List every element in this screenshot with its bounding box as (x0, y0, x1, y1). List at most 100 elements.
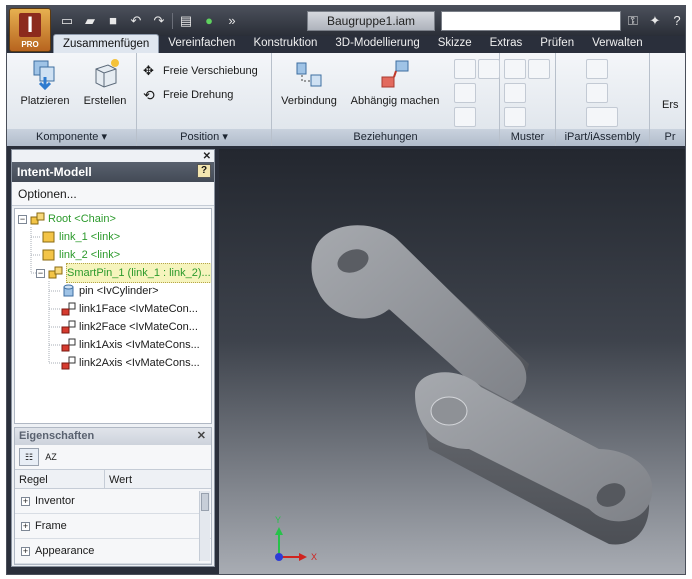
tree-node-pin[interactable]: pin <IvCylinder> (61, 282, 159, 300)
new-file-icon[interactable]: ▭ (57, 11, 77, 31)
expand-icon[interactable]: + (21, 521, 30, 531)
tree-node-link2face[interactable]: link2Face <IvMateCon... (61, 318, 198, 336)
panel-position: ✥ Freie Verschiebung ⟲ Freie Drehung Pos… (137, 53, 272, 146)
tree-node-link1face[interactable]: link1Face <IvMateCon... (61, 300, 198, 318)
property-row-inventor[interactable]: + Inventor (15, 489, 211, 514)
help-icon[interactable]: ? (668, 11, 685, 31)
tab-verwalten[interactable]: Verwalten (583, 34, 652, 53)
property-row-label: Appearance (35, 544, 95, 557)
search-input[interactable] (441, 11, 621, 31)
panel-beziehungen: Verbindung Abhängig machen Beziehungen (272, 53, 500, 146)
property-row-frame[interactable]: + Frame (15, 514, 211, 539)
model-tree: − Root <Chain> link_1 <link> link_2 <lin… (14, 208, 212, 424)
tree-node-root[interactable]: − Root <Chain> (18, 210, 116, 228)
panel-title-beziehungen: Beziehungen (272, 129, 499, 146)
place-button[interactable]: Platzieren (15, 57, 75, 107)
key-icon[interactable]: ⚿ (624, 11, 642, 31)
joint-icon (296, 62, 322, 87)
tab-konstruktion[interactable]: Konstruktion (244, 34, 326, 53)
constrain-button[interactable]: Abhängig machen (344, 57, 446, 107)
constrain-label: Abhängig machen (350, 95, 440, 107)
more-icon[interactable]: » (222, 11, 242, 31)
mirror-button[interactable] (528, 59, 550, 79)
browser-title-label: Intent-Modell (17, 165, 92, 179)
categorized-view-icon[interactable]: ☷ (19, 448, 39, 466)
scrollbar-thumb[interactable] (201, 493, 209, 511)
panel-title-muster: Muster (500, 129, 555, 146)
save-icon[interactable]: ■ (103, 11, 123, 31)
chain-model[interactable]: Y X (219, 149, 686, 575)
panel-ipart: iPart/iAssembly (556, 53, 650, 146)
app-window: ▭ ▰ ■ ↶ ↷ ▤ ● » Baugruppe1.iam ⚿ ✦ ? I P… (6, 5, 686, 575)
traffic-light-icon[interactable]: ● (199, 11, 219, 31)
close-icon[interactable]: ✕ (197, 428, 206, 445)
panel-title-cut-off: Pr (650, 129, 685, 146)
property-row-appearance[interactable]: + Appearance (15, 539, 211, 564)
tree-node-link-1[interactable]: link_1 <link> (41, 228, 120, 246)
pro-badge: PRO (21, 40, 39, 49)
close-icon[interactable]: ✕ (203, 151, 211, 162)
properties-scrollbar[interactable] (199, 491, 210, 561)
place-label: Platzieren (20, 95, 70, 107)
document-title: Baugruppe1.iam (307, 11, 435, 31)
toolbar-separator (172, 13, 173, 29)
redo-icon[interactable]: ↷ (149, 11, 169, 31)
tab-3d-modellierung[interactable]: 3D-Modellierung (326, 34, 428, 53)
collapse-icon[interactable]: − (18, 214, 27, 224)
cut-off-button[interactable]: Ers (662, 99, 679, 111)
intent-model-browser: ✕ Intent-Modell ? Optionen... − Root <Ch… (11, 149, 215, 567)
panel-muster: Muster (500, 53, 556, 146)
expand-icon[interactable]: + (21, 546, 30, 556)
tab-pruefen[interactable]: Prüfen (531, 34, 583, 53)
tree-node-label: link1Axis <IvMateCons... (79, 339, 200, 351)
tree-node-smartpin[interactable]: − SmartPin_1 (link_1 : link_2)... (36, 263, 211, 283)
expand-icon[interactable]: + (21, 496, 30, 506)
application-menu-button[interactable]: I PRO (9, 8, 51, 52)
free-rotate-button[interactable]: ⟲ Freie Drehung (143, 87, 233, 103)
panel-title-ipart: iPart/iAssembly (556, 129, 649, 146)
tab-skizze[interactable]: Skizze (429, 34, 481, 53)
open-folder-icon[interactable]: ▰ (80, 11, 100, 31)
graphics-viewport[interactable]: Y X (219, 149, 686, 575)
help-icon[interactable]: ? (197, 164, 211, 178)
satellite-icon[interactable]: ✦ (646, 11, 664, 31)
hide-constraints-button[interactable] (478, 59, 500, 79)
mate-constraint-icon (61, 320, 76, 334)
properties-title: Eigenschaften ✕ (15, 428, 211, 445)
alphabetical-sort-icon[interactable]: AZ (41, 448, 61, 466)
free-move-button[interactable]: ✥ Freie Verschiebung (143, 63, 258, 79)
tab-extras[interactable]: Extras (481, 34, 532, 53)
show-constraints-button[interactable] (454, 59, 476, 79)
pattern-button[interactable] (504, 59, 526, 79)
part-icon (42, 249, 55, 261)
collapse-icon[interactable]: − (36, 268, 45, 278)
undo-icon[interactable]: ↶ (126, 11, 146, 31)
link-1-top (311, 225, 527, 405)
create-button[interactable]: Erstellen (77, 57, 133, 107)
ipart-create-button[interactable] (586, 59, 608, 79)
move-arrows-icon: ✥ (143, 63, 154, 78)
ipart-edit-button[interactable] (586, 83, 608, 103)
options-menu[interactable]: Optionen... (12, 182, 214, 206)
ipart-table-dropdown[interactable] (586, 107, 618, 127)
joint-label: Verbindung (281, 95, 337, 107)
place-component-icon (33, 60, 55, 91)
panel-title-position[interactable]: Position ▾ (137, 129, 271, 146)
tab-zusammenfuegen[interactable]: Zusammenfügen (53, 34, 160, 53)
panel-title-label: Komponente (36, 131, 99, 143)
print-icon[interactable]: ▤ (176, 11, 196, 31)
tab-vereinfachen[interactable]: Vereinfachen (159, 34, 244, 53)
constraint-info-button[interactable] (454, 107, 476, 127)
array-button[interactable] (504, 107, 526, 127)
tree-node-link1axis[interactable]: link1Axis <IvMateCons... (61, 336, 200, 354)
joint-button[interactable]: Verbindung (274, 57, 344, 107)
free-rotate-label: Freie Drehung (163, 89, 234, 101)
tree-node-link2axis[interactable]: link2Axis <IvMateCons... (61, 354, 200, 372)
constrain-icon (381, 60, 409, 88)
copy-button[interactable] (504, 83, 526, 103)
tree-node-link-2[interactable]: link_2 <link> (41, 246, 120, 264)
panel-title-komponente[interactable]: Komponente ▾ (7, 129, 136, 146)
free-move-label: Freie Verschiebung (163, 65, 258, 77)
part-icon (42, 231, 55, 243)
constraint-warning-button[interactable] (454, 83, 476, 103)
